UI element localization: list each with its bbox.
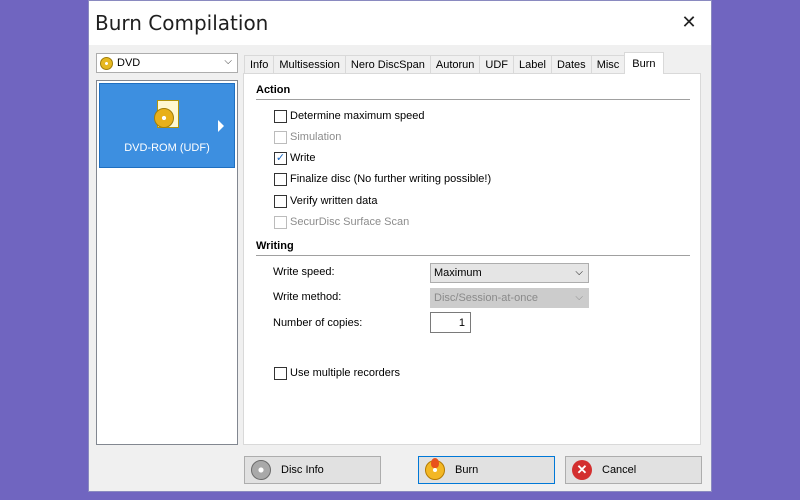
checkbox-box bbox=[274, 366, 287, 380]
action-heading: Action bbox=[256, 84, 291, 96]
copies-input[interactable]: 1 bbox=[430, 312, 471, 333]
tab-dates[interactable]: Dates bbox=[550, 55, 592, 74]
verify-written-data-checkbox[interactable]: Verify written data bbox=[274, 194, 377, 208]
action-divider bbox=[256, 99, 690, 100]
chevron-down-icon: ⌵ bbox=[575, 267, 583, 278]
use-multiple-recorders-checkbox[interactable]: Use multiple recorders bbox=[274, 366, 400, 380]
checkbox-box bbox=[274, 215, 287, 229]
copies-label: Number of copies: bbox=[273, 317, 363, 329]
tab-info[interactable]: Info bbox=[244, 55, 275, 74]
close-icon[interactable]: ✕ bbox=[667, 7, 711, 37]
disc-type-value: DVD bbox=[117, 57, 141, 69]
dvd-disc-icon bbox=[100, 56, 113, 70]
dvd-rom-icon bbox=[154, 100, 182, 130]
title-bar: Burn Compilation ✕ bbox=[89, 1, 711, 45]
write-checkbox[interactable]: ✓ Write bbox=[274, 151, 315, 165]
cancel-button[interactable]: ✕ Cancel bbox=[565, 456, 702, 484]
checkbox-box bbox=[274, 130, 287, 144]
simulation-checkbox: Simulation bbox=[274, 130, 341, 144]
writing-divider bbox=[256, 255, 690, 256]
tab-udf[interactable]: UDF bbox=[479, 55, 515, 74]
tab-burn[interactable]: Burn bbox=[624, 52, 664, 74]
expand-arrow-icon bbox=[218, 120, 224, 132]
burn-button[interactable]: Burn bbox=[418, 456, 555, 484]
securdisc-surface-scan-checkbox: SecurDisc Surface Scan bbox=[274, 215, 409, 229]
determine-max-speed-checkbox[interactable]: Determine maximum speed bbox=[274, 109, 425, 123]
compilation-list: DVD-ROM (UDF) bbox=[96, 80, 238, 445]
burn-tab-panel: Action Determine maximum speed Simulatio… bbox=[243, 73, 701, 445]
window-title: Burn Compilation bbox=[95, 11, 269, 35]
list-item-dvd-rom-udf[interactable]: DVD-ROM (UDF) bbox=[99, 83, 235, 168]
write-method-label: Write method: bbox=[273, 291, 342, 303]
write-method-select: Disc/Session-at-once ⌵ bbox=[430, 288, 589, 308]
tab-label[interactable]: Label bbox=[513, 55, 552, 74]
chevron-down-icon: ⌵ bbox=[224, 56, 232, 67]
checkbox-box bbox=[274, 172, 287, 186]
checkbox-box bbox=[274, 194, 287, 208]
checkmark-icon: ✓ bbox=[274, 151, 287, 165]
write-speed-select[interactable]: Maximum ⌵ bbox=[430, 263, 589, 283]
write-speed-label: Write speed: bbox=[273, 266, 335, 278]
tab-strip: Info Multisession Nero DiscSpan Autorun … bbox=[244, 52, 664, 74]
checkbox-box bbox=[274, 109, 287, 123]
chevron-down-icon: ⌵ bbox=[575, 292, 583, 303]
burn-flame-disc-icon bbox=[425, 458, 445, 480]
tab-misc[interactable]: Misc bbox=[590, 55, 626, 74]
tab-nero-discspan[interactable]: Nero DiscSpan bbox=[344, 55, 431, 74]
tab-autorun[interactable]: Autorun bbox=[429, 55, 481, 74]
disc-info-icon bbox=[251, 460, 271, 480]
tab-multisession[interactable]: Multisession bbox=[273, 55, 346, 74]
list-item-label: DVD-ROM (UDF) bbox=[124, 142, 210, 154]
disc-type-select[interactable]: DVD ⌵ bbox=[96, 53, 238, 73]
disc-info-button[interactable]: Disc Info bbox=[244, 456, 381, 484]
burn-compilation-dialog: Burn Compilation ✕ DVD ⌵ DVD-ROM (UDF) I… bbox=[88, 0, 712, 492]
finalize-disc-checkbox[interactable]: Finalize disc (No further writing possib… bbox=[274, 172, 491, 186]
cancel-x-icon: ✕ bbox=[572, 460, 592, 480]
writing-heading: Writing bbox=[256, 240, 294, 252]
